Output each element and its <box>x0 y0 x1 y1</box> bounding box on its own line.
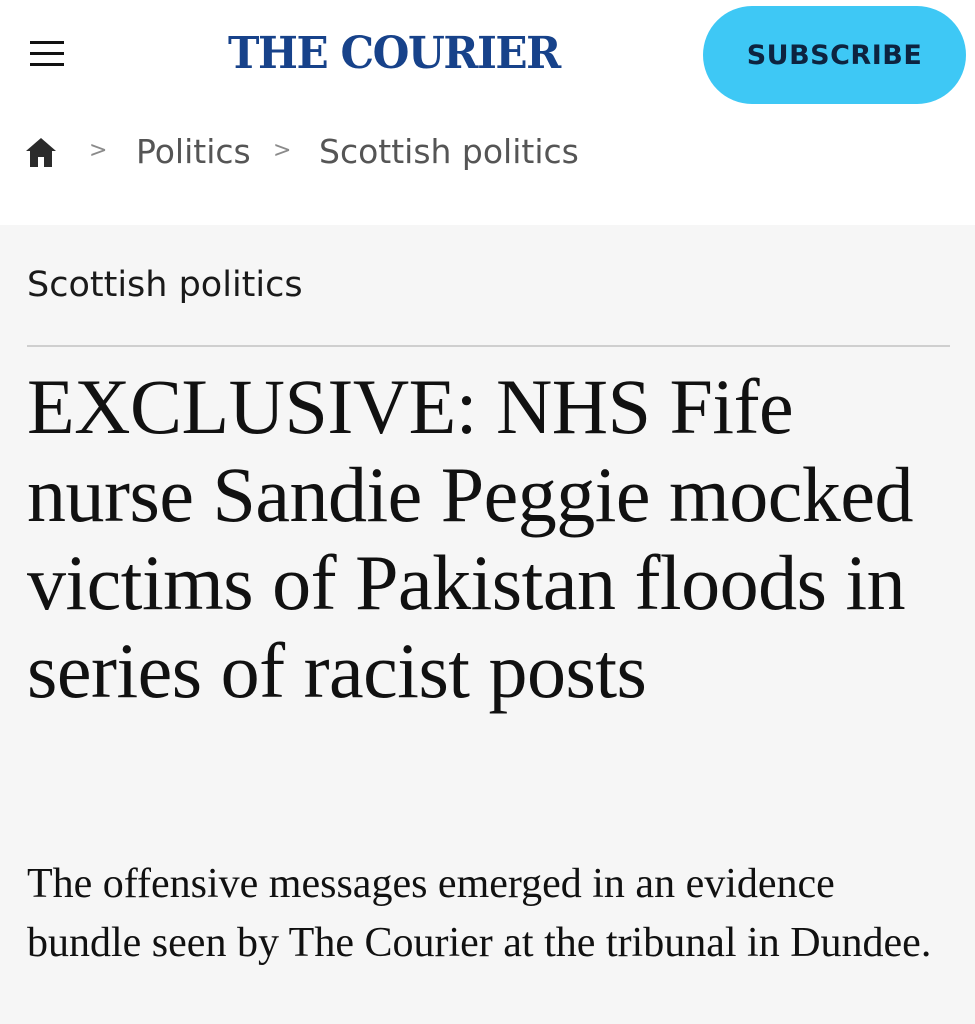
site-logo[interactable]: THE COURIER <box>228 26 561 82</box>
menu-button[interactable] <box>22 31 72 77</box>
breadcrumb-item-scottish-politics[interactable]: Scottish politics <box>319 132 579 171</box>
hamburger-menu-icon[interactable] <box>22 31 72 77</box>
breadcrumb-separator: > <box>89 138 108 163</box>
home-icon[interactable] <box>25 136 57 168</box>
article-standfirst: The offensive messages emerged in an evi… <box>27 861 932 966</box>
article-headline: EXCLUSIVE: NHS Fife nurse Sandie Peggie … <box>27 363 913 714</box>
breadcrumb: > Politics > Scottish politics <box>0 110 975 225</box>
divider <box>27 345 950 347</box>
article: Scottish politics EXCLUSIVE: NHS Fife nu… <box>0 225 975 1024</box>
subscribe-button[interactable]: SUBSCRIBE <box>703 6 966 104</box>
section-label[interactable]: Scottish politics <box>27 265 303 305</box>
breadcrumb-separator: > <box>273 138 292 163</box>
site-header: THE COURIER SUBSCRIBE <box>0 0 975 110</box>
breadcrumb-item-politics[interactable]: Politics <box>136 132 251 171</box>
